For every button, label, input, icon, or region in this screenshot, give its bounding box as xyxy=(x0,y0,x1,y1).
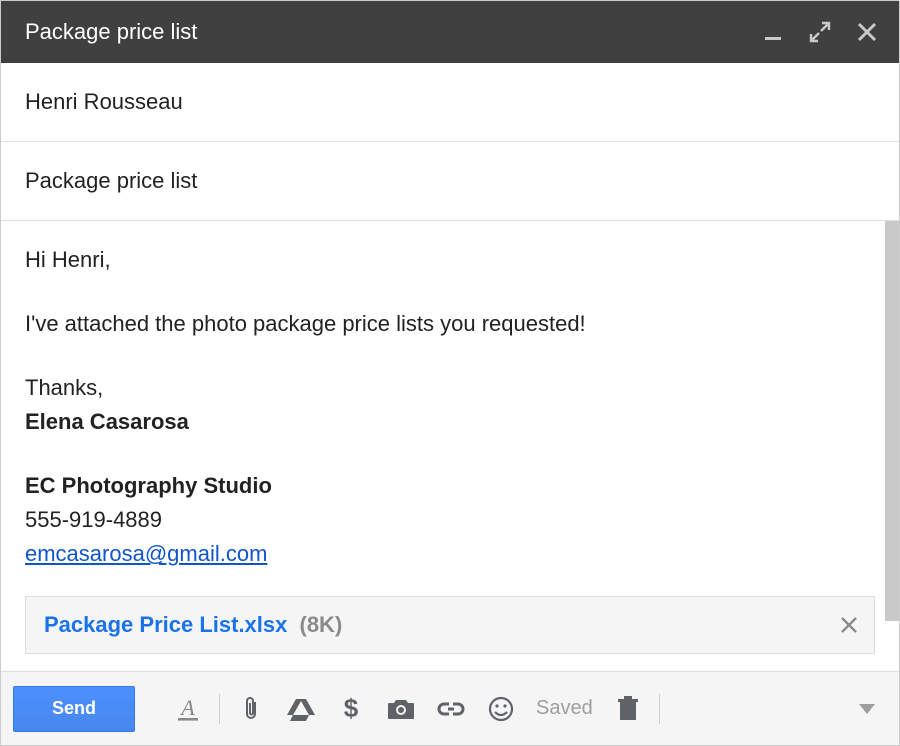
toolbar-separator xyxy=(219,694,220,724)
svg-text:A: A xyxy=(179,696,195,720)
email-link[interactable]: emcasarosa@gmail.com xyxy=(25,541,267,566)
toolbar-separator xyxy=(659,694,660,724)
sender-name: Elena Casarosa xyxy=(25,405,875,439)
trash-icon[interactable] xyxy=(603,687,653,731)
subject-field[interactable]: Package price list xyxy=(1,142,899,221)
compose-toolbar: Send A $ xyxy=(1,671,899,745)
scrollbar-thumb[interactable] xyxy=(885,221,899,621)
compose-window: Package price list Henri Rousseau Packag… xyxy=(0,0,900,746)
emoji-icon[interactable] xyxy=(476,687,526,731)
money-icon[interactable]: $ xyxy=(326,687,376,731)
expand-icon[interactable] xyxy=(809,21,831,43)
saved-status: Saved xyxy=(536,697,593,720)
phone-line: 555-919-4889 xyxy=(25,503,875,537)
company-line: EC Photography Studio xyxy=(25,469,875,503)
thanks-line: Thanks, xyxy=(25,371,875,405)
window-title: Package price list xyxy=(25,19,197,45)
greeting-line: Hi Henri, xyxy=(25,243,875,277)
headers-block: Henri Rousseau Package price list xyxy=(1,63,899,221)
attachment-name: Package Price List.xlsx xyxy=(44,612,287,637)
window-controls xyxy=(763,21,877,43)
remove-attachment-icon[interactable] xyxy=(840,612,858,638)
attach-file-icon[interactable] xyxy=(226,687,276,731)
link-icon[interactable] xyxy=(426,687,476,731)
more-options-icon[interactable] xyxy=(847,687,887,731)
minimize-icon[interactable] xyxy=(763,22,783,42)
photo-icon[interactable] xyxy=(376,687,426,731)
svg-text:$: $ xyxy=(344,695,359,723)
formatting-icon[interactable]: A xyxy=(163,687,213,731)
attachment-label: Package Price List.xlsx (8K) xyxy=(44,612,342,638)
message-body[interactable]: Hi Henri, I've attached the photo packag… xyxy=(1,221,899,671)
to-field[interactable]: Henri Rousseau xyxy=(1,63,899,142)
send-button[interactable]: Send xyxy=(13,686,135,732)
body-line: I've attached the photo package price li… xyxy=(25,307,875,341)
close-icon[interactable] xyxy=(857,22,877,42)
attachment-size: (8K) xyxy=(300,612,343,637)
scrollbar[interactable] xyxy=(885,221,899,671)
titlebar: Package price list xyxy=(1,1,899,63)
drive-icon[interactable] xyxy=(276,687,326,731)
attachment-chip[interactable]: Package Price List.xlsx (8K) xyxy=(25,596,875,654)
body-text: Hi Henri, I've attached the photo packag… xyxy=(25,243,875,572)
